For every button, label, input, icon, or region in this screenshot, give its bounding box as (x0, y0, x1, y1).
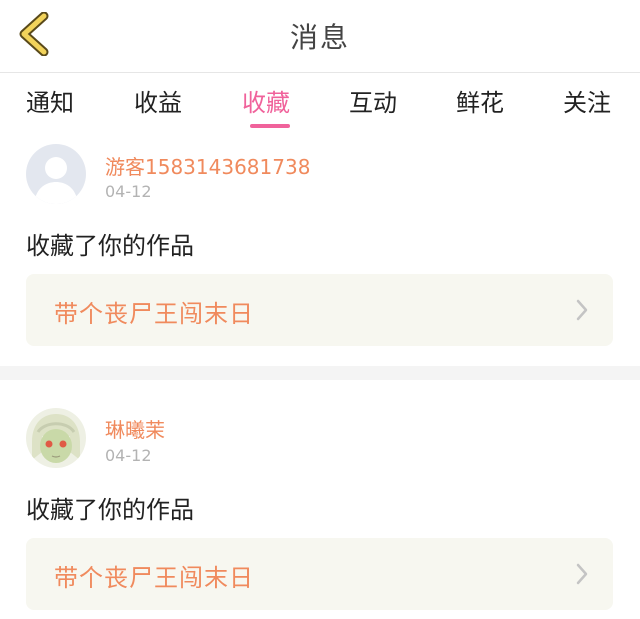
message-text: 收藏了你的作品 (26, 496, 194, 524)
tab-notify[interactable]: 通知 (26, 83, 74, 118)
username[interactable]: 游客1583143681738 (105, 151, 310, 180)
default-avatar-icon (26, 144, 86, 204)
header-bar: 消息 (0, 0, 640, 73)
section-divider (0, 366, 640, 380)
page-title: 消息 (289, 21, 350, 54)
anime-avatar-icon (26, 408, 86, 468)
work-link[interactable]: 带个丧尸王闯末日 (26, 538, 613, 610)
message-date: 04-12 (105, 182, 152, 201)
username[interactable]: 琳曦茉 (105, 414, 165, 443)
active-tab-indicator (250, 124, 290, 128)
tab-earnings[interactable]: 收益 (134, 83, 182, 118)
work-title: 带个丧尸王闯末日 (54, 564, 254, 592)
chevron-right-icon (576, 563, 588, 585)
message-item: 游客1583143681738 04-12 收藏了你的作品 带个丧尸王闯末日 (0, 135, 640, 365)
tab-favorites[interactable]: 收藏 (242, 83, 290, 118)
chevron-right-icon (576, 299, 588, 321)
work-title: 带个丧尸王闯末日 (54, 300, 254, 328)
avatar[interactable] (26, 144, 86, 204)
tab-flowers[interactable]: 鲜花 (456, 83, 504, 118)
tab-follow[interactable]: 关注 (563, 83, 611, 118)
tab-bar: 通知 收益 收藏 互动 鲜花 关注 (0, 73, 640, 135)
message-text: 收藏了你的作品 (26, 232, 194, 260)
message-date: 04-12 (105, 446, 152, 465)
message-item: 琳曦茉 04-12 收藏了你的作品 带个丧尸王闯末日 (0, 380, 640, 619)
work-link[interactable]: 带个丧尸王闯末日 (26, 274, 613, 346)
avatar[interactable] (26, 408, 86, 468)
tab-interaction[interactable]: 互动 (349, 83, 397, 118)
